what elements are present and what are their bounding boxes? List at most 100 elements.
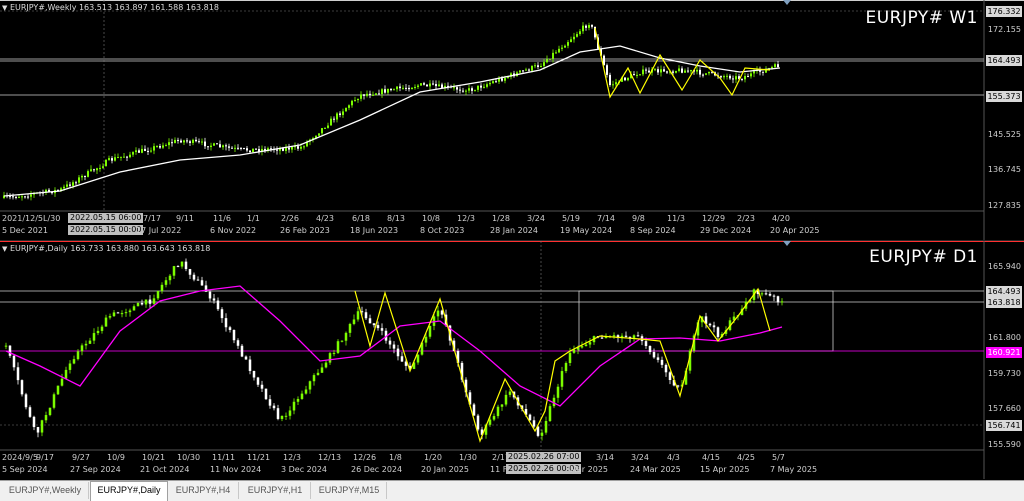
candle-body (342, 111, 344, 115)
candle-body (657, 69, 659, 73)
candle-body (558, 48, 560, 53)
weekly-price-tick: 127.835 (987, 201, 1021, 210)
candle-body (705, 73, 707, 75)
weekly-time-tick: 4/20 (772, 214, 790, 223)
weekly-time-tick: 26 Feb 2023 (280, 226, 330, 235)
tab-eurjpy-h4[interactable]: EURJPY#,H4 (168, 482, 239, 499)
candle-body (567, 42, 569, 46)
candle-body (180, 261, 184, 267)
candle-body (696, 69, 698, 72)
candle-body (81, 175, 83, 178)
candle-body (735, 76, 737, 80)
candle-body (228, 146, 230, 148)
candle-body (240, 345, 244, 357)
candle-body (548, 406, 552, 421)
weekly-price-tick: 172.155 (987, 25, 1021, 34)
candle-body (405, 87, 407, 89)
candle-body (760, 293, 764, 295)
candle-body (376, 325, 380, 329)
candle-body (417, 85, 419, 87)
candle-body (489, 83, 491, 85)
candle-body (72, 359, 76, 364)
candle-body (165, 145, 167, 147)
candle-body (378, 93, 380, 95)
candle-body (234, 147, 236, 149)
candle-body (501, 78, 503, 81)
weekly-chart-pane[interactable]: ▼ EURJPY#,Weekly 163.513 163.897 161.588… (0, 0, 1024, 241)
daily-price-tick: 155.590 (987, 440, 1021, 449)
candle-body (104, 317, 108, 327)
candle-body (291, 146, 293, 150)
tab-eurjpy-daily[interactable]: EURJPY#,Daily (90, 481, 168, 501)
candle-body (296, 398, 300, 402)
weekly-time-tick: 8 Oct 2023 (420, 226, 465, 235)
candle-body (32, 416, 36, 428)
candle-body (75, 182, 77, 184)
daily-time-tick: 3 Dec 2024 (281, 465, 328, 474)
candle-body (360, 94, 362, 99)
candle-body (522, 70, 524, 72)
candle-body (612, 84, 614, 86)
candle-body (420, 83, 422, 86)
candle-body (564, 45, 566, 48)
daily-time-tick: 15 Apr 2025 (700, 465, 750, 474)
weekly-ohlc-label: ▼ EURJPY#,Weekly 163.513 163.897 161.588… (2, 3, 219, 12)
weekly-candles[interactable] (0, 0, 1024, 240)
candle-body (102, 166, 104, 168)
candle-body (546, 59, 548, 63)
candle-body (222, 145, 224, 148)
candle-body (297, 146, 299, 149)
candle-body (141, 148, 143, 153)
tab-eurjpy-m15[interactable]: EURJPY#,M15 (312, 482, 387, 499)
candle-body (519, 70, 521, 73)
candle-body (135, 150, 137, 153)
weekly-price-tick: 136.745 (987, 165, 1021, 174)
candle-body (164, 280, 168, 285)
daily-chart-pane[interactable]: ▼ EURJPY#,Daily 163.733 163.880 163.643 … (0, 241, 1024, 479)
tab-eurjpy-h1[interactable]: EURJPY#,H1 (240, 482, 311, 499)
candle-body (252, 371, 256, 378)
daily-price-tick: 165.940 (987, 262, 1021, 271)
candle-body (576, 34, 578, 37)
candle-body (368, 318, 372, 324)
candle-body (327, 125, 329, 128)
candle-body (480, 85, 482, 88)
candle-body (423, 83, 425, 85)
candle-body (260, 384, 264, 389)
candle-body (220, 309, 224, 319)
candle-body (477, 85, 479, 90)
candle-body (396, 86, 398, 90)
candle-body (472, 404, 476, 416)
candle-body (308, 381, 312, 390)
tab-eurjpy-weekly[interactable]: EURJPY#,Weekly (2, 482, 89, 499)
candle-body (12, 196, 14, 198)
candle-body (753, 71, 755, 74)
candle-body (393, 89, 395, 91)
daily-time-tick: 10/21 (142, 453, 166, 462)
candle-body (612, 335, 616, 337)
daily-candles[interactable] (0, 241, 1024, 479)
candle-body (528, 414, 532, 421)
candle-body (304, 389, 308, 394)
candle-body (244, 356, 248, 360)
daily-price-tick: 159.730 (987, 369, 1021, 378)
candle-body (189, 141, 191, 143)
candle-body (777, 64, 779, 68)
candle-body (210, 145, 212, 147)
candle-body (156, 146, 158, 148)
candle-body (390, 88, 392, 91)
candle-body (660, 359, 664, 365)
candle-body (156, 291, 160, 299)
candle-body (300, 146, 302, 149)
weekly-time-tick: 4/23 (316, 214, 334, 223)
candle-body (284, 415, 288, 417)
weekly-time-tick: 28 Jan 2024 (490, 226, 538, 235)
candle-body (708, 71, 710, 74)
weekly-time-tick: 3/24 (527, 214, 545, 223)
candle-body (237, 147, 239, 149)
candle-body (201, 141, 203, 143)
candle-body (216, 143, 218, 145)
candle-body (21, 196, 23, 198)
candle-body (84, 175, 86, 177)
candle-body (544, 420, 548, 433)
